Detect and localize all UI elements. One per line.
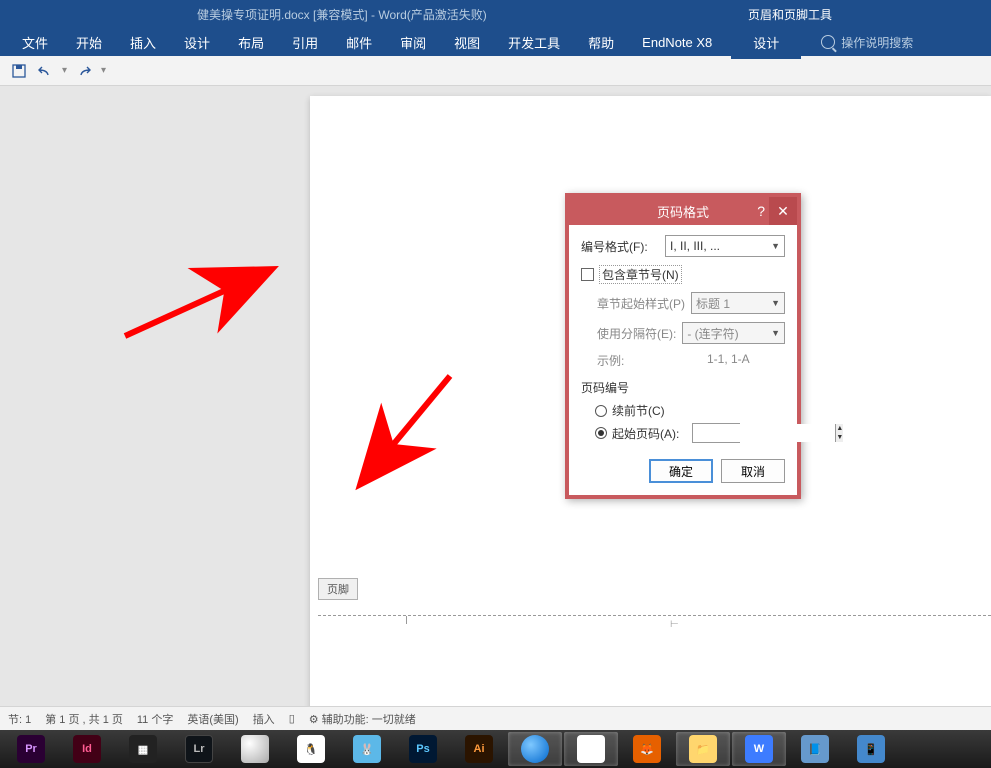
tab-review[interactable]: 审阅	[386, 26, 440, 59]
title-bar: 健美操专项证明.docx [兼容模式] - Word(产品激活失败) 页眉和页脚…	[0, 0, 991, 28]
tab-developer[interactable]: 开发工具	[494, 26, 574, 59]
taskbar-wps[interactable]: W	[732, 732, 786, 766]
tab-header-footer-design[interactable]: 设计	[731, 26, 801, 59]
status-language[interactable]: 英语(美国)	[187, 711, 238, 727]
tab-file[interactable]: 文件	[8, 26, 62, 59]
dialog-titlebar[interactable]: 页码格式 ? ✕	[569, 197, 797, 225]
start-at-input[interactable]	[693, 424, 835, 442]
number-format-label: 编号格式(F):	[581, 238, 659, 255]
tab-view[interactable]: 视图	[440, 26, 494, 59]
tab-endnote[interactable]: EndNote X8	[628, 28, 726, 57]
page-number-placeholder: ⊢	[670, 619, 679, 630]
separator-label: 使用分隔符(E):	[597, 325, 676, 342]
taskbar-explorer[interactable]: 📁	[676, 732, 730, 766]
tab-mailings[interactable]: 邮件	[332, 26, 386, 59]
taskbar-browser-sphere[interactable]	[508, 732, 562, 766]
chapter-style-select: 标题 1 ▼	[691, 292, 785, 314]
ok-button[interactable]: 确定	[649, 459, 713, 483]
status-bar: 节: 1 第 1 页 , 共 1 页 11 个字 英语(美国) 插入 ▯ ⚙ 辅…	[0, 706, 991, 730]
status-accessibility[interactable]: ⚙ 辅助功能: 一切就绪	[309, 711, 416, 727]
dialog-title: 页码格式	[657, 202, 709, 221]
lightbulb-icon	[821, 35, 835, 49]
dialog-help-button[interactable]: ?	[757, 203, 765, 219]
taskbar-illustrator[interactable]: Ai	[452, 732, 506, 766]
taskbar-notes[interactable]: 📘	[788, 732, 842, 766]
context-tool-label: 页眉和页脚工具	[734, 0, 846, 29]
chevron-down-icon: ▼	[771, 241, 780, 251]
quick-access-toolbar: ▾ ▾	[0, 56, 991, 86]
status-words[interactable]: 11 个字	[137, 711, 173, 727]
continue-previous-radio[interactable]	[595, 405, 607, 417]
redo-button[interactable]	[75, 62, 93, 80]
status-page[interactable]: 第 1 页 , 共 1 页	[45, 711, 123, 727]
tell-me-search[interactable]: 操作说明搜索	[821, 34, 913, 51]
example-label: 示例:	[597, 352, 693, 369]
taskbar-premiere[interactable]: Pr	[4, 732, 58, 766]
status-macro-icon[interactable]: ▯	[289, 712, 295, 725]
taskbar-phone-link[interactable]: 📱	[844, 732, 898, 766]
taskbar-media-encoder[interactable]: ▦	[116, 732, 170, 766]
footer-boundary	[318, 615, 991, 616]
tab-insert[interactable]: 插入	[116, 26, 170, 59]
separator-value: - (连字符)	[687, 325, 738, 342]
taskbar-firefox[interactable]: 🦊	[620, 732, 674, 766]
cancel-button[interactable]: 取消	[721, 459, 785, 483]
continue-previous-label: 续前节(C)	[612, 402, 665, 419]
number-format-select[interactable]: I, II, III, ... ▼	[665, 235, 785, 257]
include-chapter-checkbox[interactable]	[581, 268, 594, 281]
tab-home[interactable]: 开始	[62, 26, 116, 59]
taskbar-chrome[interactable]: ◉	[564, 732, 618, 766]
qat-dropdown-icon[interactable]: ▾	[62, 65, 67, 76]
taskbar-lightroom[interactable]: Lr	[172, 732, 226, 766]
dialog-body: 编号格式(F): I, II, III, ... ▼ 包含章节号(N) 章节起始…	[569, 225, 797, 495]
taskbar-indesign[interactable]: Id	[60, 732, 114, 766]
footer-margin-mark	[406, 616, 407, 624]
taskbar-bunny-app[interactable]: 🐰	[340, 732, 394, 766]
chapter-style-value: 标题 1	[696, 295, 730, 312]
undo-button[interactable]	[36, 62, 54, 80]
page-numbering-section: 页码编号	[581, 379, 785, 396]
footer-tab-label: 页脚	[318, 578, 358, 600]
taskbar-qq[interactable]: 🐧	[284, 732, 338, 766]
tab-design[interactable]: 设计	[170, 26, 224, 59]
dialog-close-button[interactable]: ✕	[769, 197, 797, 225]
example-value: 1-1, 1-A	[707, 352, 750, 369]
document-title: 健美操专项证明.docx [兼容模式] - Word(产品激活失败)	[197, 6, 487, 23]
tab-help[interactable]: 帮助	[574, 26, 628, 59]
taskbar-app-ball[interactable]	[228, 732, 282, 766]
chevron-down-icon: ▼	[771, 298, 780, 308]
chevron-down-icon: ▼	[771, 328, 780, 338]
tab-layout[interactable]: 布局	[224, 26, 278, 59]
number-format-value: I, II, III, ...	[670, 239, 720, 253]
windows-taskbar: Pr Id ▦ Lr 🐧 🐰 Ps Ai ◉ 🦊 📁 W 📘 📱	[0, 730, 991, 768]
tell-me-label: 操作说明搜索	[841, 34, 913, 51]
include-chapter-label: 包含章节号(N)	[599, 265, 682, 284]
document-area: 页脚 ⊢	[0, 86, 991, 706]
spinner-up[interactable]: ▲	[836, 424, 843, 433]
chapter-style-label: 章节起始样式(P)	[597, 295, 685, 312]
taskbar-photoshop[interactable]: Ps	[396, 732, 450, 766]
start-at-spinner[interactable]: ▲ ▼	[692, 423, 740, 443]
tab-references[interactable]: 引用	[278, 26, 332, 59]
qat-customize-icon[interactable]: ▾	[101, 65, 106, 76]
start-at-radio[interactable]	[595, 427, 607, 439]
start-at-label: 起始页码(A):	[612, 425, 679, 442]
spinner-down[interactable]: ▼	[836, 433, 843, 442]
status-insert-mode[interactable]: 插入	[253, 711, 275, 727]
save-button[interactable]	[10, 62, 28, 80]
separator-select: - (连字符) ▼	[682, 322, 785, 344]
page-number-format-dialog: 页码格式 ? ✕ 编号格式(F): I, II, III, ... ▼ 包含章节…	[565, 193, 801, 499]
ribbon-tabs: 文件 开始 插入 设计 布局 引用 邮件 审阅 视图 开发工具 帮助 EndNo…	[0, 28, 991, 56]
status-section[interactable]: 节: 1	[8, 711, 31, 727]
